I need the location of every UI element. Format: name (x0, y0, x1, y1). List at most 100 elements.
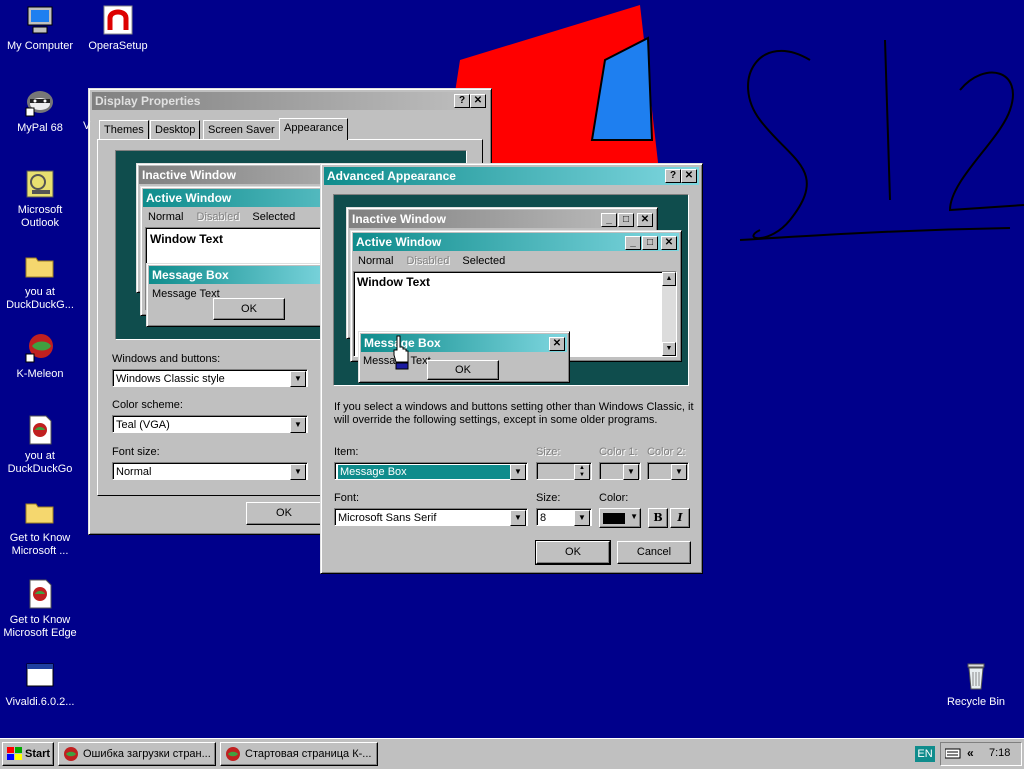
mypal-icon (24, 86, 56, 118)
desktop-icon-recycle-bin[interactable]: Recycle Bin (936, 660, 1016, 709)
bold-button[interactable]: B (648, 508, 668, 528)
color1-select: ▼ (599, 462, 641, 480)
desktop-icon-doc-duckduckgo[interactable]: you at DuckDuckGo (0, 414, 80, 476)
scroll-up-icon: ▲ (662, 272, 676, 286)
tab-themes[interactable]: Themes (99, 120, 149, 139)
color2-select: ▼ (647, 462, 689, 480)
ok-button[interactable]: OK (535, 540, 611, 565)
partial-desktop-label: V (83, 120, 91, 132)
tab-appearance[interactable]: Appearance (279, 118, 349, 140)
preview-message-box: Message Box Message Text OK (146, 263, 338, 327)
desktop-icon-folder-microsoft[interactable]: Get to Know Microsoft ... (0, 496, 80, 558)
window-title: Advanced Appearance (327, 169, 456, 183)
desktop-icon-label: My Computer (6, 40, 74, 52)
preview-ok-button: OK (213, 298, 285, 320)
window-text: Window Text (357, 275, 430, 289)
color-scheme-select[interactable]: Teal (VGA) ▼ (112, 415, 308, 433)
kmeleon-icon (64, 747, 78, 761)
color-swatch (603, 513, 625, 524)
folder-icon (24, 250, 56, 282)
info-text: If you select a windows and buttons sett… (334, 401, 694, 426)
desktop-icon-folder-duckduckgo[interactable]: you at DuckDuckG... (0, 250, 80, 312)
kmeleon-icon (24, 332, 56, 364)
ok-button[interactable]: OK (246, 502, 322, 525)
advanced-appearance-titlebar[interactable]: Advanced Appearance ? ✕ (324, 167, 699, 185)
desktop-icon-label: you at DuckDuckG... (6, 286, 74, 311)
chevron-down-icon[interactable]: ▼ (290, 371, 306, 387)
cancel-button[interactable]: Cancel (617, 541, 691, 564)
desktop-icon-my-computer[interactable]: My Computer (0, 4, 80, 53)
preview-message-box-title: Message Box (149, 266, 335, 284)
color1-label: Color 1: (599, 446, 638, 458)
desktop-icon-vivaldi[interactable]: Vivaldi.6.0.2... (0, 660, 80, 709)
font-color-label: Color: (599, 492, 629, 504)
chevron-down-icon[interactable]: ▼ (510, 510, 526, 526)
minimize-icon: _ (625, 236, 641, 250)
tab-screen-saver[interactable]: Screen Saver (203, 120, 280, 139)
desktop-icon-outlook[interactable]: Microsoft Outlook (0, 168, 80, 230)
font-size-select[interactable]: 8 ▼ (536, 508, 592, 526)
desktop-icon-label: Get to Know Microsoft Edge (3, 614, 77, 639)
desktop-icon-label: you at DuckDuckGo (7, 450, 73, 475)
close-icon: ✕ (549, 337, 565, 351)
scribble-2 (948, 71, 1024, 212)
tab-strip: Themes Desktop Screen Saver Appearance (97, 118, 487, 140)
task-button-start-page[interactable]: Стартовая страница К-... (220, 742, 378, 766)
advanced-preview[interactable]: Inactive Window _ □ ✕ Active Window _ □ … (333, 194, 689, 386)
size-label: Size: (536, 446, 561, 458)
recycle-bin-icon (960, 660, 992, 692)
tab-desktop[interactable]: Desktop (150, 120, 201, 139)
language-indicator[interactable]: EN (915, 746, 935, 762)
window-icon (24, 660, 56, 692)
desktop-icon-label: MyPal 68 (17, 122, 63, 134)
scribble-l (884, 39, 891, 201)
menu-selected: Selected (252, 211, 296, 223)
start-button[interactable]: Start (2, 742, 54, 766)
outlook-icon (24, 168, 56, 200)
chevron-down-icon: ▼ (623, 464, 639, 480)
kmeleon-icon (226, 747, 240, 761)
font-size-select[interactable]: Normal ▼ (112, 462, 308, 480)
chevron-down-icon[interactable]: ▼ (510, 464, 526, 480)
display-properties-titlebar[interactable]: Display Properties ? ✕ (92, 92, 488, 110)
menu-disabled: Disabled (406, 255, 450, 267)
desktop-icon-mypal[interactable]: MyPal 68 (0, 86, 80, 135)
chevron-down-icon[interactable]: ▼ (290, 417, 306, 433)
preview-menu: Normal Disabled Selected (358, 255, 515, 267)
keyboard-icon[interactable] (945, 748, 961, 760)
windows-logo-icon (7, 747, 22, 760)
desktop-icon-kmeleon[interactable]: K-Meleon (0, 332, 80, 381)
menu-normal: Normal (358, 255, 394, 267)
color-scheme-value: Teal (VGA) (116, 419, 170, 431)
preview-message-box[interactable]: Message Box ✕ Message Text OK (358, 331, 570, 383)
font-size-value: Normal (116, 466, 152, 478)
close-button[interactable]: ✕ (681, 169, 697, 183)
windows-buttons-select[interactable]: Windows Classic style ▼ (112, 369, 308, 387)
item-select[interactable]: Message Box ▼ (334, 462, 528, 480)
menu-disabled: Disabled (196, 211, 240, 223)
taskbar: Start Ошибка загрузки стран... Стартовая… (0, 738, 1024, 769)
task-button-error-page[interactable]: Ошибка загрузки стран... (58, 742, 216, 766)
chevron-down-icon[interactable]: ▼ (574, 510, 590, 526)
desktop-icon-operasetup[interactable]: OperaSetup (78, 4, 158, 53)
color-scheme-label: Color scheme: (112, 399, 183, 411)
italic-button[interactable]: I (670, 508, 690, 528)
help-button[interactable]: ? (665, 169, 681, 183)
scribble-s (747, 49, 811, 240)
task-label: Ошибка загрузки стран... (83, 748, 211, 760)
desktop-icon-doc-edge[interactable]: Get to Know Microsoft Edge (0, 578, 80, 640)
font-select[interactable]: Microsoft Sans Serif ▼ (334, 508, 528, 526)
help-button[interactable]: ? (454, 94, 470, 108)
windows-buttons-value: Windows Classic style (116, 373, 225, 385)
close-button[interactable]: ✕ (470, 94, 486, 108)
chevron-down-icon: ▼ (671, 464, 687, 480)
window-text: Window Text (150, 232, 223, 246)
minimize-icon: _ (601, 213, 617, 227)
hand-cursor-icon (393, 335, 409, 370)
maximize-icon: □ (618, 213, 634, 227)
tray-chevron-button[interactable]: « (967, 746, 974, 760)
font-color-picker[interactable]: ▼ (599, 508, 641, 528)
advanced-appearance-window[interactable]: Advanced Appearance ? ✕ Inactive Window … (320, 163, 703, 574)
message-text: Message Text (152, 288, 220, 300)
chevron-down-icon[interactable]: ▼ (290, 464, 306, 480)
